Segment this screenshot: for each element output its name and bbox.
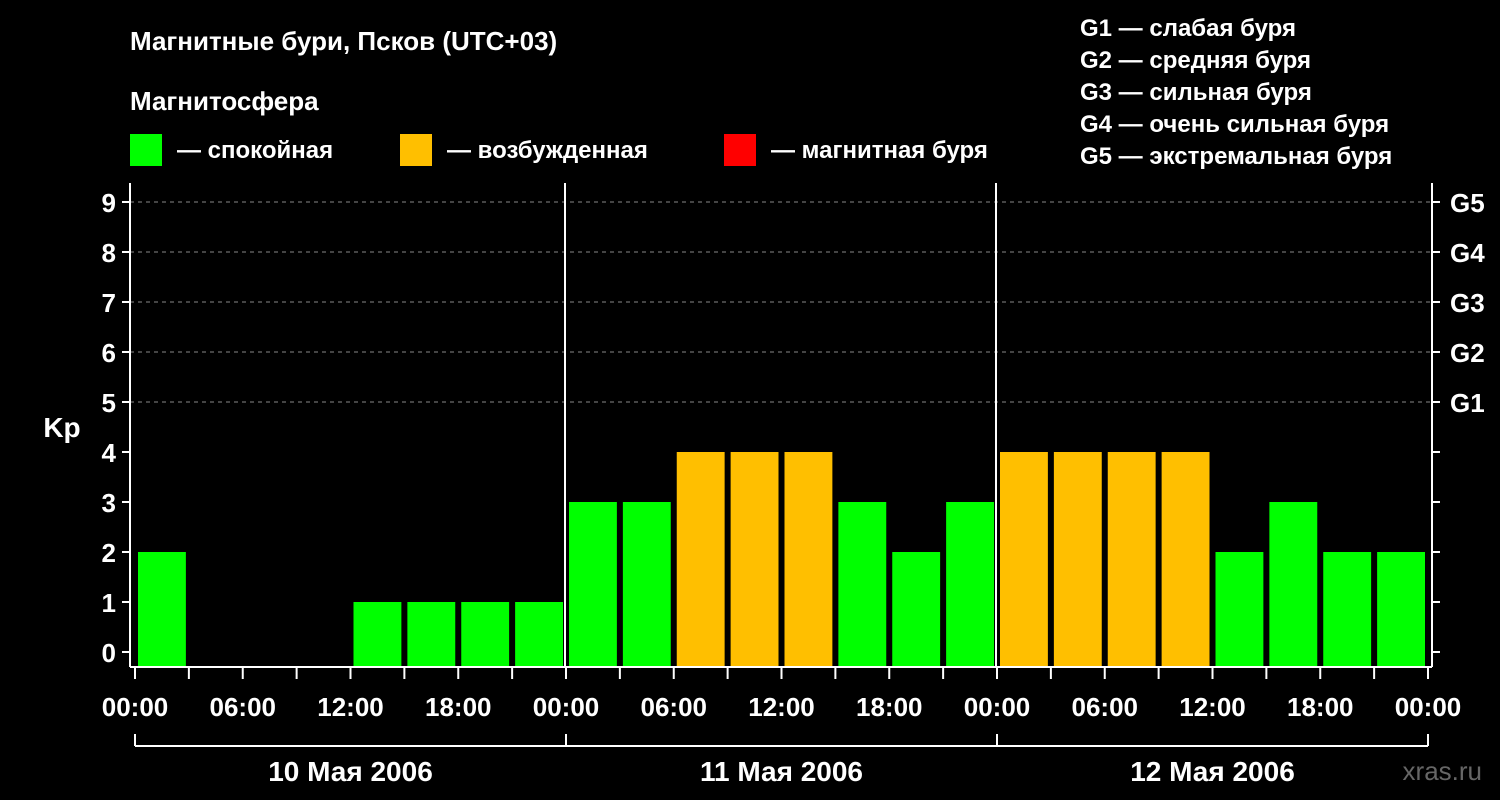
storm-scale-g3: G3 — сильная буря bbox=[1080, 79, 1312, 106]
x-tick-label-3: 18:00 bbox=[425, 692, 492, 722]
g-level-label-g1: G1 bbox=[1450, 388, 1485, 418]
y-tick-label-3: 3 bbox=[102, 488, 116, 518]
bar-5 bbox=[353, 602, 402, 667]
bar-19 bbox=[1107, 452, 1156, 667]
bar-17 bbox=[1000, 452, 1048, 667]
x-tick-label-4: 00:00 bbox=[533, 692, 600, 722]
grid bbox=[130, 201, 1432, 403]
bar-15 bbox=[892, 552, 941, 667]
x-tick-label-5: 06:00 bbox=[641, 692, 708, 722]
x-tick-label-2: 12:00 bbox=[317, 692, 384, 722]
storm-scale-g1: G1 — слабая буря bbox=[1080, 15, 1296, 42]
bar-24 bbox=[1377, 552, 1425, 667]
x-tick-label-8: 00:00 bbox=[964, 692, 1031, 722]
storm-scale-g2: G2 — средняя буря bbox=[1080, 47, 1311, 74]
y-tick-label-4: 4 bbox=[102, 438, 117, 468]
y-tick-label-7: 7 bbox=[102, 288, 116, 318]
legend-swatch-quiet bbox=[130, 134, 162, 166]
legend-swatch-active bbox=[400, 134, 432, 166]
bar-7 bbox=[461, 602, 510, 667]
bar-22 bbox=[1269, 502, 1318, 667]
bar-14 bbox=[838, 502, 887, 667]
x-tick-label-11: 18:00 bbox=[1287, 692, 1354, 722]
g-level-label-g3: G3 bbox=[1450, 288, 1485, 318]
x-tick-label-10: 12:00 bbox=[1179, 692, 1246, 722]
kp-chart: Магнитные бури, Псков (UTC+03) Магнитосф… bbox=[43, 15, 1485, 787]
bar-18 bbox=[1053, 452, 1102, 667]
legend-label-active: — возбужденная bbox=[447, 137, 648, 164]
x-tick-label-6: 12:00 bbox=[748, 692, 815, 722]
bar-9 bbox=[569, 502, 617, 667]
legend-label-storm: — магнитная буря bbox=[771, 137, 988, 164]
bars bbox=[138, 452, 1425, 667]
y-tick-label-9: 9 bbox=[102, 188, 116, 218]
y-tick-label-8: 8 bbox=[102, 238, 116, 268]
watermark: xras.ru bbox=[1403, 756, 1482, 786]
g-level-label-g5: G5 bbox=[1450, 188, 1485, 218]
legend-swatch-storm bbox=[724, 134, 756, 166]
day-label-3: 12 Мая 2006 bbox=[1130, 756, 1295, 787]
bar-20 bbox=[1161, 452, 1210, 667]
g-level-label-g4: G4 bbox=[1450, 238, 1485, 268]
bar-10 bbox=[622, 502, 671, 667]
bar-12 bbox=[730, 452, 779, 667]
y-axis-label: Kp bbox=[43, 412, 80, 443]
day-label-1: 10 Мая 2006 bbox=[268, 756, 433, 787]
bar-6 bbox=[407, 602, 456, 667]
y-tick-label-6: 6 bbox=[102, 338, 116, 368]
x-tick-label-9: 06:00 bbox=[1072, 692, 1139, 722]
x-tick-label-7: 18:00 bbox=[856, 692, 923, 722]
y-tick-label-0: 0 bbox=[102, 638, 116, 668]
bar-16 bbox=[946, 502, 994, 667]
storm-scale-g4: G4 — очень сильная буря bbox=[1080, 111, 1389, 138]
g-level-label-g2: G2 bbox=[1450, 338, 1485, 368]
x-tick-label-12: 00:00 bbox=[1395, 692, 1462, 722]
y-tick-label-1: 1 bbox=[102, 588, 116, 618]
day-label-2: 11 Мая 2006 bbox=[700, 756, 863, 787]
y-tick-label-2: 2 bbox=[102, 538, 116, 568]
y-tick-label-5: 5 bbox=[102, 388, 116, 418]
bar-23 bbox=[1323, 552, 1372, 667]
bar-11 bbox=[676, 452, 725, 667]
bar-13 bbox=[784, 452, 833, 667]
x-tick-label-0: 00:00 bbox=[102, 692, 169, 722]
legend-title: Магнитосфера bbox=[130, 86, 319, 116]
bar-21 bbox=[1215, 552, 1264, 667]
chart-title: Магнитные бури, Псков (UTC+03) bbox=[130, 26, 557, 56]
storm-scale-g5: G5 — экстремальная буря bbox=[1080, 143, 1392, 170]
legend: — спокойная — возбужденная — магнитная б… bbox=[130, 134, 988, 166]
legend-label-quiet: — спокойная bbox=[177, 137, 333, 164]
x-tick-label-1: 06:00 bbox=[210, 692, 277, 722]
storm-scale-list: G1 — слабая буря G2 — средняя буря G3 — … bbox=[1080, 15, 1392, 170]
bar-1 bbox=[138, 552, 186, 667]
bar-8 bbox=[515, 602, 563, 667]
